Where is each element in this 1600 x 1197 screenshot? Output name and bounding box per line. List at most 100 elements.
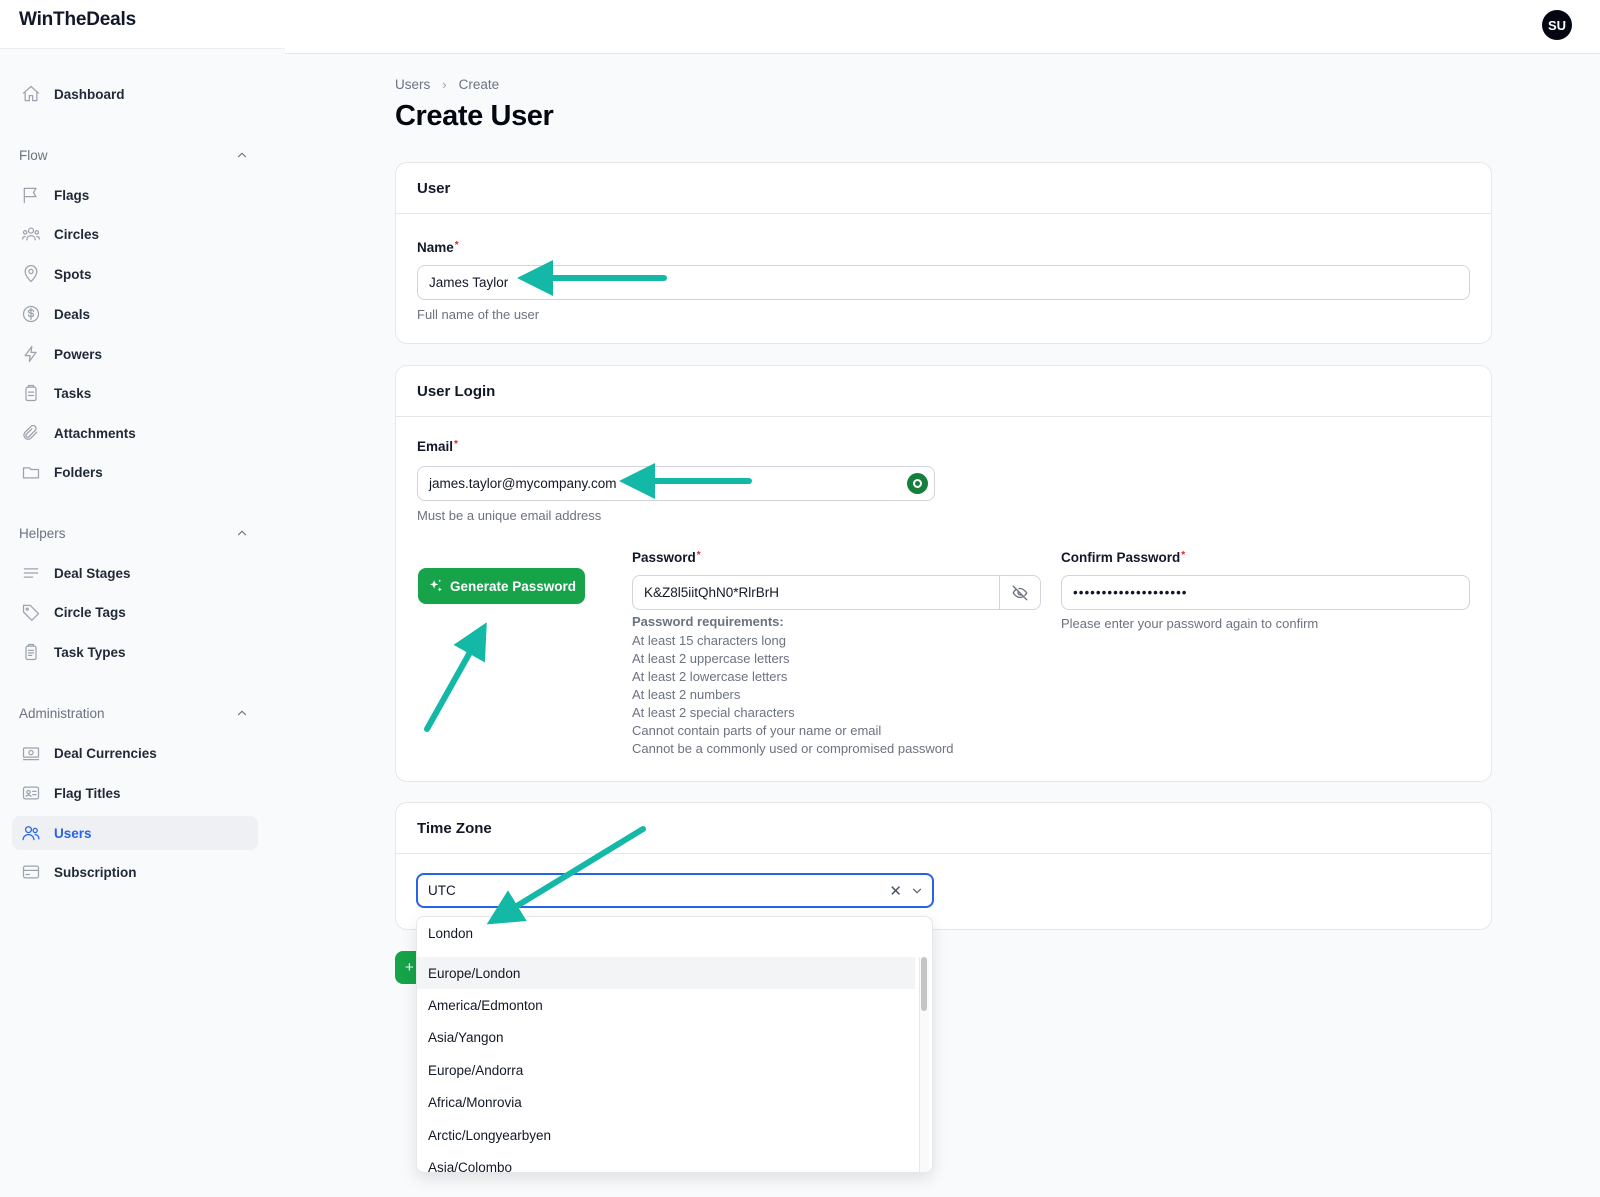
sidebar-item-subscription[interactable]: Subscription bbox=[12, 855, 258, 889]
sidebar-item-task-types[interactable]: Task Types bbox=[12, 635, 258, 669]
banknotes-icon bbox=[20, 742, 42, 764]
email-help-text: Must be a unique email address bbox=[417, 508, 602, 523]
chevron-up-icon bbox=[237, 530, 247, 536]
sparkles-icon bbox=[429, 578, 442, 591]
chevron-up-icon bbox=[237, 710, 247, 716]
users-icon bbox=[20, 822, 42, 844]
group-header-administration[interactable]: Administration bbox=[19, 703, 249, 723]
brand-logo[interactable]: WinTheDeals bbox=[19, 9, 136, 31]
group-header-helpers[interactable]: Helpers bbox=[19, 523, 249, 543]
sidebar-item-deals[interactable]: Deals bbox=[12, 297, 258, 331]
flag-icon bbox=[20, 184, 42, 206]
sidebar-item-label: Circles bbox=[54, 226, 100, 242]
sidebar-item-flags[interactable]: Flags bbox=[12, 178, 258, 212]
dropdown-search-input[interactable]: London bbox=[417, 917, 915, 949]
sidebar-item-flag-titles[interactable]: Flag Titles bbox=[12, 776, 258, 810]
requirement-item: At least 2 lowercase letters bbox=[632, 669, 788, 684]
sidebar-item-deal-stages[interactable]: Deal Stages bbox=[12, 556, 258, 590]
sidebar-item-tasks[interactable]: Tasks bbox=[12, 376, 258, 410]
eye-slash-icon bbox=[1012, 585, 1028, 600]
user-group-icon bbox=[20, 223, 42, 245]
email-input[interactable]: james.taylor@mycompany.com bbox=[417, 466, 935, 501]
label-text: Email bbox=[417, 439, 454, 454]
bolt-icon bbox=[20, 343, 42, 365]
label-text: Name bbox=[417, 240, 454, 255]
sidebar-item-label: Folders bbox=[54, 464, 103, 480]
user-login-section-card: User Login Email* james.taylor@mycompany… bbox=[395, 365, 1492, 782]
sidebar-item-label: Deal Stages bbox=[54, 565, 131, 581]
page-title: Create User bbox=[395, 100, 554, 132]
dropdown-option[interactable]: Africa/Monrovia bbox=[417, 1086, 915, 1118]
sidebar-item-folders[interactable]: Folders bbox=[12, 455, 258, 489]
sidebar-item-users[interactable]: Users bbox=[12, 816, 258, 850]
grammarly-icon[interactable] bbox=[907, 473, 928, 494]
name-input-value: James Taylor bbox=[429, 275, 509, 290]
sidebar-item-label: Tasks bbox=[54, 385, 92, 401]
sidebar-item-spots[interactable]: Spots bbox=[12, 257, 258, 291]
time-zone-dropdown: London Europe/London America/Edmonton As… bbox=[416, 916, 933, 1173]
dropdown-scrollbar-thumb[interactable] bbox=[921, 957, 927, 1011]
map-pin-icon bbox=[20, 263, 42, 285]
dropdown-option[interactable]: Arctic/Longyearbyen bbox=[417, 1119, 915, 1151]
toggle-password-visibility-button[interactable] bbox=[999, 576, 1040, 609]
dropdown-option[interactable]: Europe/Andorra bbox=[417, 1054, 915, 1086]
sidebar-item-label: Task Types bbox=[54, 644, 126, 660]
time-zone-selected-value: UTC bbox=[428, 883, 456, 898]
sidebar-item-circles[interactable]: Circles bbox=[12, 217, 258, 251]
password-label: Password* bbox=[632, 550, 701, 565]
sidebar-item-label: Flags bbox=[54, 187, 90, 203]
password-requirements-list: At least 15 characters long At least 2 u… bbox=[632, 632, 954, 758]
time-zone-section-card: Time Zone UTC ✕ bbox=[395, 802, 1492, 930]
sidebar-item-label: Deal Currencies bbox=[54, 745, 157, 761]
requirement-item: At least 2 special characters bbox=[632, 705, 795, 720]
section-title: User bbox=[396, 163, 1491, 214]
group-label: Flow bbox=[19, 147, 48, 163]
clipboard-icon bbox=[20, 382, 42, 404]
name-label: Name* bbox=[417, 240, 459, 255]
clear-icon[interactable]: ✕ bbox=[889, 882, 902, 900]
sidebar-item-label: Powers bbox=[54, 346, 103, 362]
user-avatar[interactable]: SU bbox=[1542, 10, 1572, 40]
name-input[interactable]: James Taylor bbox=[417, 265, 1470, 300]
credit-card-icon bbox=[20, 861, 42, 883]
search-text: London bbox=[428, 925, 474, 941]
sidebar-item-label: Deals bbox=[54, 306, 91, 322]
password-input[interactable]: K&Z8l5iitQhN0*RlrBrH bbox=[632, 575, 1041, 610]
chevron-up-icon bbox=[237, 152, 247, 158]
requirement-item: At least 2 numbers bbox=[632, 687, 741, 702]
time-zone-select[interactable]: UTC ✕ bbox=[416, 873, 934, 908]
home-icon bbox=[20, 83, 42, 105]
tag-icon bbox=[20, 601, 42, 623]
sidebar-item-attachments[interactable]: Attachments bbox=[12, 416, 258, 450]
dropdown-option[interactable]: Asia/Yangon bbox=[417, 1021, 915, 1053]
folder-icon bbox=[20, 461, 42, 483]
sidebar-item-deal-currencies[interactable]: Deal Currencies bbox=[12, 736, 258, 770]
dropdown-option[interactable]: Europe/London bbox=[417, 957, 915, 989]
sidebar-item-label: Flag Titles bbox=[54, 785, 121, 801]
user-section-card: User Name* James Taylor Full name of the… bbox=[395, 162, 1492, 344]
generate-password-button[interactable]: Generate Password bbox=[418, 568, 585, 604]
email-label: Email* bbox=[417, 439, 458, 454]
sidebar-item-dashboard[interactable]: Dashboard bbox=[12, 77, 258, 111]
top-bar: WinTheDeals SU bbox=[0, 0, 1600, 53]
chevron-down-icon[interactable] bbox=[910, 884, 924, 901]
button-label: Generate Password bbox=[449, 578, 577, 594]
sidebar-item-powers[interactable]: Powers bbox=[12, 337, 258, 371]
label-text: Password bbox=[632, 550, 696, 565]
paperclip-icon bbox=[20, 422, 42, 444]
group-header-flow[interactable]: Flow bbox=[19, 145, 249, 165]
section-title: User Login bbox=[396, 366, 1491, 417]
password-input-value: K&Z8l5iitQhN0*RlrBrH bbox=[644, 585, 780, 600]
group-label: Helpers bbox=[19, 525, 66, 541]
breadcrumb-users-link[interactable]: Users bbox=[395, 77, 430, 92]
confirm-password-value: •••••••••••••••••••• bbox=[1073, 585, 1188, 600]
divider bbox=[285, 53, 1600, 54]
sidebar-item-circle-tags[interactable]: Circle Tags bbox=[12, 595, 258, 629]
dropdown-option[interactable]: America/Edmonton bbox=[417, 989, 915, 1021]
confirm-password-input[interactable]: •••••••••••••••••••• bbox=[1061, 575, 1470, 610]
dropdown-option[interactable]: Asia/Colombo bbox=[417, 1151, 915, 1173]
required-asterisk: * bbox=[1181, 550, 1186, 561]
breadcrumb: Users › Create bbox=[395, 77, 499, 92]
required-asterisk: * bbox=[454, 439, 458, 450]
requirement-item: Cannot be a commonly used or compromised… bbox=[632, 741, 954, 756]
